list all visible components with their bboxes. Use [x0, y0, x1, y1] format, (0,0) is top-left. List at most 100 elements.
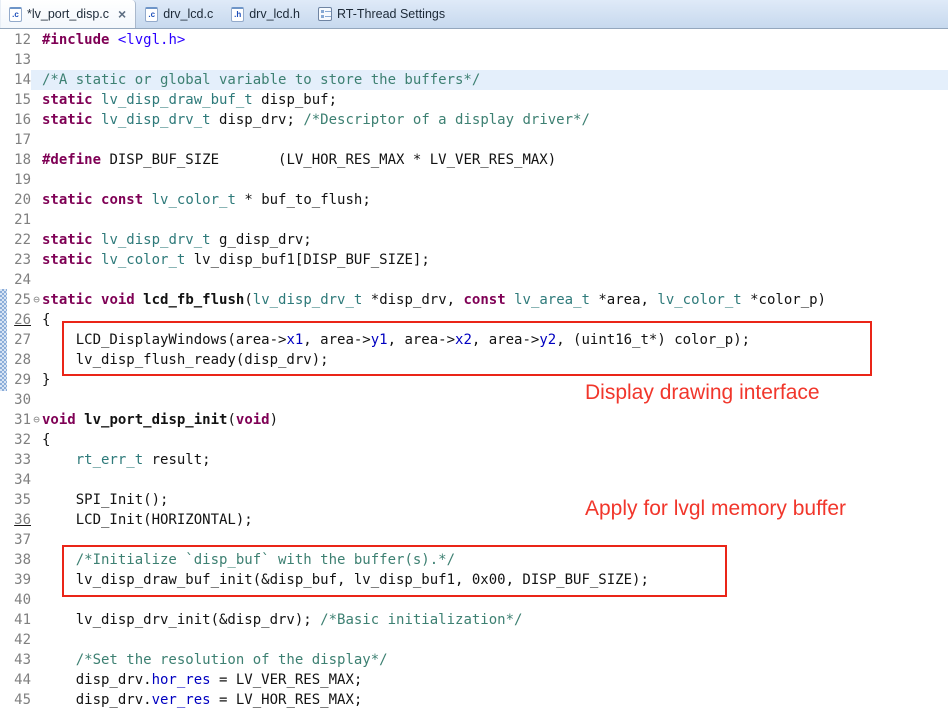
code-text [42, 130, 948, 150]
code-text [42, 470, 948, 490]
annotation-ruler [0, 590, 7, 610]
tab-label: drv_lcd.h [249, 7, 300, 21]
tab-rt-thread-settings[interactable]: RT-Thread Settings [309, 0, 454, 28]
annotation-ruler [0, 470, 7, 490]
tab-lv-port-disp-c[interactable]: .c*lv_port_disp.c× [0, 0, 136, 28]
fold-ruler [31, 630, 42, 650]
line-number: 27 [7, 330, 31, 350]
code-text: void lv_port_disp_init(void) [42, 410, 948, 430]
code-line[interactable]: 41 lv_disp_drv_init(&disp_drv); /*Basic … [0, 610, 948, 630]
fold-ruler [31, 50, 42, 70]
code-text [42, 50, 948, 70]
annotation-ruler [0, 390, 7, 410]
fold-ruler [31, 110, 42, 130]
code-line[interactable]: 31⊖void lv_port_disp_init(void) [0, 410, 948, 430]
code-text: disp_drv.ver_res = LV_HOR_RES_MAX; [42, 690, 948, 710]
tab-label: RT-Thread Settings [337, 7, 445, 21]
annotation-ruler [0, 70, 7, 90]
code-line[interactable]: 18#define DISP_BUF_SIZE (LV_HOR_RES_MAX … [0, 150, 948, 170]
code-text: static lv_disp_drv_t disp_drv; /*Descrip… [42, 110, 948, 130]
fold-ruler [31, 210, 42, 230]
code-line[interactable]: 23static lv_color_t lv_disp_buf1[DISP_BU… [0, 250, 948, 270]
code-text: { [42, 430, 948, 450]
code-line[interactable]: 34 [0, 470, 948, 490]
code-line[interactable]: 21 [0, 210, 948, 230]
fold-ruler [31, 490, 42, 510]
code-line[interactable]: 32 { [0, 430, 948, 450]
fold-ruler [31, 550, 42, 570]
annotation-ruler [0, 450, 7, 470]
fold-ruler [31, 530, 42, 550]
line-number: 44 [7, 670, 31, 690]
line-number: 17 [7, 130, 31, 150]
code-text: static lv_disp_drv_t g_disp_drv; [42, 230, 948, 250]
annotation-ruler [0, 670, 7, 690]
line-number: 39 [7, 570, 31, 590]
fold-collapse-icon[interactable]: ⊖ [31, 410, 42, 430]
code-line[interactable]: 33 rt_err_t result; [0, 450, 948, 470]
fold-ruler [31, 90, 42, 110]
fold-ruler [31, 350, 42, 370]
code-text: #include <lvgl.h> [42, 30, 948, 50]
line-number: 36 [7, 510, 31, 530]
tab-drv-lcd-c[interactable]: .cdrv_lcd.c [136, 0, 222, 28]
code-text [42, 630, 948, 650]
code-line[interactable]: 16static lv_disp_drv_t disp_drv; /*Descr… [0, 110, 948, 130]
code-line[interactable]: 25⊖static void lcd_fb_flush(lv_disp_drv_… [0, 290, 948, 310]
fold-ruler [31, 610, 42, 630]
code-line[interactable]: 12#include <lvgl.h> [0, 30, 948, 50]
code-line[interactable]: 42 [0, 630, 948, 650]
settings-form-icon [318, 7, 332, 21]
code-line[interactable]: 19 [0, 170, 948, 190]
line-number: 29 [7, 370, 31, 390]
line-number: 18 [7, 150, 31, 170]
code-text: static lv_disp_draw_buf_t disp_buf; [42, 90, 948, 110]
line-number: 32 [7, 430, 31, 450]
code-text [42, 170, 948, 190]
line-number: 38 [7, 550, 31, 570]
code-line[interactable]: 44 disp_drv.hor_res = LV_VER_RES_MAX; [0, 670, 948, 690]
close-icon[interactable]: × [118, 8, 126, 20]
code-line[interactable]: 43 /*Set the resolution of the display*/ [0, 650, 948, 670]
fold-ruler [31, 130, 42, 150]
code-line[interactable]: 14/*A static or global variable to store… [0, 70, 948, 90]
annotation-ruler [0, 410, 7, 430]
annotation-ruler [0, 230, 7, 250]
annotation-ruler [0, 650, 7, 670]
code-line[interactable]: 22static lv_disp_drv_t g_disp_drv; [0, 230, 948, 250]
line-number: 30 [7, 390, 31, 410]
annotation-ruler [0, 690, 7, 710]
code-line[interactable]: 13 [0, 50, 948, 70]
code-line[interactable]: 15static lv_disp_draw_buf_t disp_buf; [0, 90, 948, 110]
line-number: 24 [7, 270, 31, 290]
annotation-ruler [0, 530, 7, 550]
code-line[interactable]: 24 [0, 270, 948, 290]
annotation-ruler [0, 550, 7, 570]
code-text: static void lcd_fb_flush(lv_disp_drv_t *… [42, 290, 948, 310]
code-line[interactable]: 20static const lv_color_t * buf_to_flush… [0, 190, 948, 210]
annotation-ruler [0, 110, 7, 130]
fold-ruler [31, 330, 42, 350]
fold-ruler [31, 310, 42, 330]
code-text: static const lv_color_t * buf_to_flush; [42, 190, 948, 210]
annotation-ruler [0, 630, 7, 650]
fold-ruler [31, 650, 42, 670]
fold-ruler [31, 430, 42, 450]
code-text: disp_drv.hor_res = LV_VER_RES_MAX; [42, 670, 948, 690]
fold-ruler [31, 670, 42, 690]
fold-collapse-icon[interactable]: ⊖ [31, 290, 42, 310]
code-line[interactable]: 17 [0, 130, 948, 150]
annotation-ruler [0, 490, 7, 510]
fold-ruler [31, 590, 42, 610]
annotation-label-memory-buffer: Apply for lvgl memory buffer [585, 497, 846, 521]
code-line[interactable]: 45 disp_drv.ver_res = LV_HOR_RES_MAX; [0, 690, 948, 710]
editor-tab-bar: .c*lv_port_disp.c×.cdrv_lcd.c.hdrv_lcd.h… [0, 0, 948, 29]
line-number: 45 [7, 690, 31, 710]
line-number: 14 [7, 70, 31, 90]
tab-drv-lcd-h[interactable]: .hdrv_lcd.h [222, 0, 309, 28]
fold-ruler [31, 170, 42, 190]
line-number: 23 [7, 250, 31, 270]
line-number: 40 [7, 590, 31, 610]
fold-ruler [31, 470, 42, 490]
annotation-ruler [0, 570, 7, 590]
